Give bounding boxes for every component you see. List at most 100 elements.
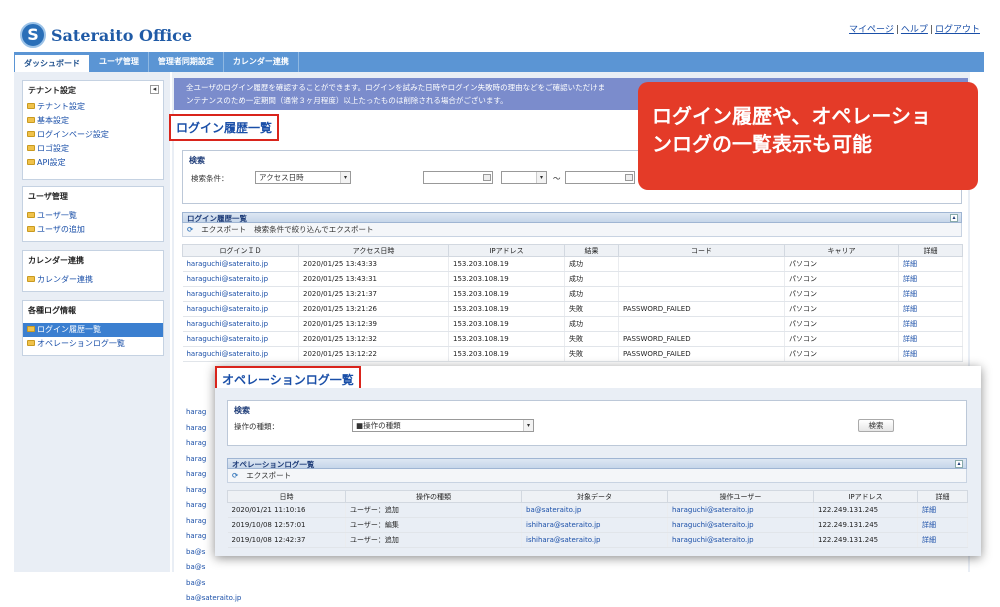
detail-link[interactable]: 詳細 bbox=[917, 517, 968, 533]
table-cell: 成功 bbox=[564, 271, 619, 287]
login-id-link[interactable]: haraguchi@sateraito.jp bbox=[182, 346, 299, 362]
table-row[interactable]: haraguchi@sateraito.jp 2020/01/25 13:21:3… bbox=[182, 286, 963, 302]
column-header[interactable]: IPアドレス bbox=[813, 490, 918, 503]
operation-type-select[interactable]: ■操作の種類 ▾ bbox=[352, 419, 534, 432]
login-id-link[interactable]: ba@s bbox=[182, 576, 242, 592]
user-link[interactable]: ishihara@sateraito.jp bbox=[521, 517, 668, 533]
column-header[interactable]: キャリア bbox=[784, 244, 899, 257]
table-row[interactable]: haraguchi@sateraito.jp 2020/01/25 13:43:3… bbox=[182, 271, 963, 287]
detail-link[interactable]: 詳細 bbox=[898, 316, 963, 332]
login-grid-header: ログイン履歴一覧 ▴ bbox=[182, 212, 962, 223]
column-header[interactable]: 結果 bbox=[564, 244, 619, 257]
login-id-link[interactable]: haraguchi@sateraito.jp bbox=[182, 286, 299, 302]
login-id-link[interactable]: haraguchi@sateraito.jp bbox=[182, 256, 299, 272]
export-filtered-button[interactable]: 検索条件で絞り込んでエクスポート bbox=[254, 223, 373, 236]
column-header[interactable]: 操作ユーザー bbox=[667, 490, 814, 503]
detail-link[interactable]: 詳細 bbox=[898, 286, 963, 302]
user-link[interactable]: haraguchi@sateraito.jp bbox=[667, 517, 814, 533]
sidebar-item-api[interactable]: API設定 bbox=[23, 156, 163, 170]
tab-dashboard[interactable]: ダッシュボード bbox=[14, 54, 90, 72]
column-header[interactable]: 対象データ bbox=[521, 490, 668, 503]
export-button[interactable]: エクスポート bbox=[246, 469, 291, 482]
sidebar-item-calendar[interactable]: カレンダー連携 bbox=[23, 273, 163, 287]
login-id-link[interactable]: haraguchi@sateraito.jp bbox=[182, 316, 299, 332]
tab-calendar[interactable]: カレンダー連携 bbox=[224, 52, 299, 72]
operation-log-table: 日時 操作の種類 対象データ 操作ユーザー IPアドレス 詳細 2020/01/… bbox=[227, 490, 968, 548]
column-header[interactable]: 詳細 bbox=[917, 490, 968, 503]
collapse-icon[interactable]: ▴ bbox=[950, 214, 958, 222]
table-cell: パソコン bbox=[784, 256, 899, 272]
column-header[interactable]: ログインＩＤ bbox=[182, 244, 299, 257]
column-header[interactable]: アクセス日時 bbox=[298, 244, 449, 257]
sidebar-item-tenant-settings[interactable]: テナント設定 bbox=[23, 100, 163, 114]
sidebar-item-user-list[interactable]: ユーザ一覧 bbox=[23, 209, 163, 223]
login-history-table: ログインＩＤ アクセス日時 IPアドレス 結果 コード キャリア 詳細 hara… bbox=[182, 244, 963, 362]
login-grid-toolbar: ⟳ エクスポート 検索条件で絞り込んでエクスポート bbox=[182, 223, 962, 237]
table-row[interactable]: 2019/10/08 12:57:01 ユーザー：編集 ishihara@sater… bbox=[227, 517, 968, 533]
date-to-input[interactable] bbox=[565, 171, 635, 184]
sidebar-item-login-page[interactable]: ログインページ設定 bbox=[23, 128, 163, 142]
logout-link[interactable]: ログアウト bbox=[935, 25, 980, 35]
refresh-icon[interactable]: ⟳ bbox=[187, 223, 193, 236]
user-link[interactable]: ishihara@sateraito.jp bbox=[521, 532, 668, 548]
tab-admin-sync[interactable]: 管理者同期設定 bbox=[149, 52, 224, 72]
sidebar-item-operation-log[interactable]: オペレーションログ一覧 bbox=[23, 337, 163, 351]
user-link[interactable]: haraguchi@sateraito.jp bbox=[667, 532, 814, 548]
user-link[interactable]: ba@sateraito.jp bbox=[521, 502, 668, 518]
table-row[interactable]: haraguchi@sateraito.jp 2020/01/25 13:43:3… bbox=[182, 256, 963, 272]
detail-link[interactable]: 詳細 bbox=[917, 532, 968, 548]
sidebar-item-basic-settings[interactable]: 基本設定 bbox=[23, 114, 163, 128]
column-header[interactable]: 詳細 bbox=[898, 244, 963, 257]
export-button[interactable]: エクスポート bbox=[201, 223, 246, 236]
table-cell: 153.203.108.19 bbox=[448, 346, 565, 362]
table-row[interactable]: 2020/01/21 11:10:16 ユーザー：追加 ba@sateraito.j… bbox=[227, 502, 968, 518]
sidebar-item-logo[interactable]: ロゴ設定 bbox=[23, 142, 163, 156]
table-cell: 2020/01/25 13:12:22 bbox=[298, 346, 449, 362]
table-cell: 失敗 bbox=[564, 346, 619, 362]
table-row[interactable]: 2019/10/08 12:42:37 ユーザー：追加 ishihara@sater… bbox=[227, 532, 968, 548]
detail-link[interactable]: 詳細 bbox=[898, 331, 963, 347]
detail-link[interactable]: 詳細 bbox=[898, 256, 963, 272]
sidebar-item-login-history[interactable]: ログイン履歴一覧 bbox=[23, 323, 163, 337]
logo-icon: S bbox=[20, 22, 46, 48]
time-from-select[interactable]: ▾ bbox=[501, 171, 547, 184]
tab-user-management[interactable]: ユーザ管理 bbox=[90, 52, 149, 72]
sidebar: テナント設定 ◂ テナント設定 基本設定 ログインページ設定 ロゴ設定 API設… bbox=[14, 72, 170, 572]
sidebar-item-add-user[interactable]: ユーザの追加 bbox=[23, 223, 163, 237]
column-header[interactable]: 日時 bbox=[227, 490, 346, 503]
help-link[interactable]: ヘルプ bbox=[901, 25, 928, 35]
column-header[interactable]: 操作の種類 bbox=[345, 490, 522, 503]
calendar-icon[interactable] bbox=[625, 174, 633, 181]
collapse-icon[interactable]: ◂ bbox=[150, 85, 159, 94]
table-row[interactable]: haraguchi@sateraito.jp 2020/01/25 13:12:3… bbox=[182, 331, 963, 347]
collapse-icon[interactable]: ▴ bbox=[955, 460, 963, 468]
detail-link[interactable]: 詳細 bbox=[898, 301, 963, 317]
search-condition-select[interactable]: アクセス日時 ▾ bbox=[255, 171, 351, 184]
detail-link[interactable]: 詳細 bbox=[917, 502, 968, 518]
date-from-input[interactable] bbox=[423, 171, 493, 184]
column-header[interactable]: コード bbox=[618, 244, 785, 257]
table-cell: 153.203.108.19 bbox=[448, 286, 565, 302]
login-id-link[interactable]: haraguchi@sateraito.jp bbox=[182, 301, 299, 317]
logo[interactable]: S Sateraito Office bbox=[20, 22, 192, 48]
table-cell: 成功 bbox=[564, 256, 619, 272]
folder-icon bbox=[27, 117, 35, 123]
column-header[interactable]: IPアドレス bbox=[448, 244, 565, 257]
mypage-link[interactable]: マイページ bbox=[849, 25, 894, 35]
calendar-icon[interactable] bbox=[483, 174, 491, 181]
login-id-link[interactable]: haraguchi@sateraito.jp bbox=[182, 331, 299, 347]
login-id-link[interactable]: ba@sateraito.jp bbox=[182, 591, 242, 607]
table-row[interactable]: haraguchi@sateraito.jp 2020/01/25 13:21:2… bbox=[182, 301, 963, 317]
table-cell bbox=[618, 316, 785, 332]
search-condition-label: 検索条件： bbox=[191, 174, 229, 183]
login-id-link[interactable]: ba@s bbox=[182, 560, 242, 576]
table-row[interactable]: haraguchi@sateraito.jp 2020/01/25 13:12:2… bbox=[182, 346, 963, 362]
detail-link[interactable]: 詳細 bbox=[898, 271, 963, 287]
table-cell: PASSWORD_FAILED bbox=[618, 301, 785, 317]
search-button[interactable]: 検索 bbox=[858, 419, 894, 432]
table-row[interactable]: haraguchi@sateraito.jp 2020/01/25 13:12:3… bbox=[182, 316, 963, 332]
login-id-link[interactable]: haraguchi@sateraito.jp bbox=[182, 271, 299, 287]
refresh-icon[interactable]: ⟳ bbox=[232, 469, 238, 482]
detail-link[interactable]: 詳細 bbox=[898, 346, 963, 362]
user-link[interactable]: haraguchi@sateraito.jp bbox=[667, 502, 814, 518]
